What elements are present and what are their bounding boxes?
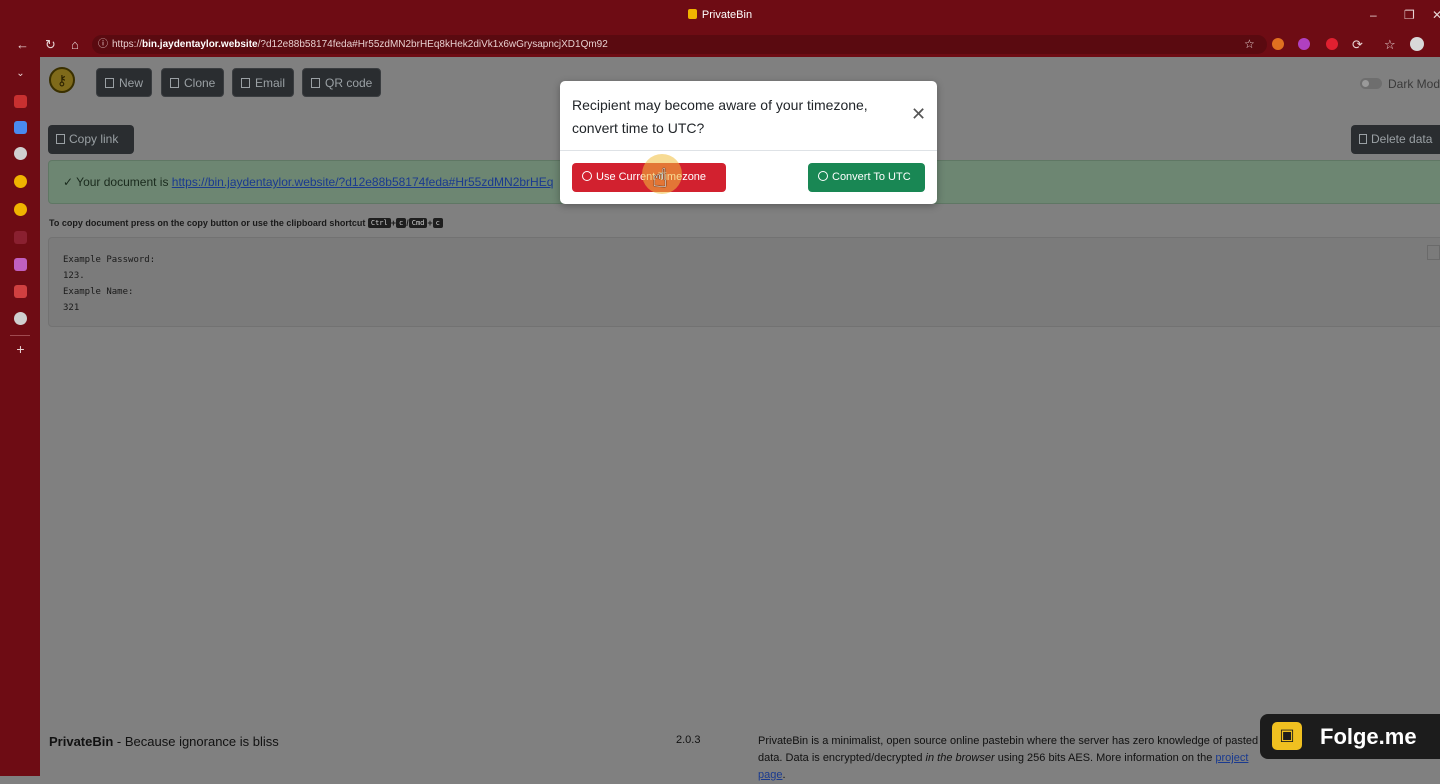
- footer-info-end: .: [782, 769, 786, 781]
- copy-icon: [56, 134, 65, 144]
- qr-code-button[interactable]: QR code: [302, 68, 382, 97]
- profile-avatar-icon[interactable]: [1410, 37, 1424, 51]
- dark-mode-label: Dark Mod: [1387, 77, 1440, 91]
- copy-shortcut-hint: To copy document press on the copy butto…: [49, 218, 443, 228]
- window-titlebar: PrivateBin – ❐ ✕: [0, 0, 1440, 32]
- extensions-icon[interactable]: ⟳: [1352, 37, 1363, 53]
- extension-color-icon[interactable]: [1272, 38, 1284, 50]
- convert-to-utc-button[interactable]: Convert To UTC: [808, 163, 925, 192]
- folge-watermark: ▣ Folge.me: [1260, 714, 1440, 759]
- new-button-label: New: [119, 76, 144, 90]
- address-bar-row: ← ↻ ⌂ ⓘ https://bin.jaydentaylor.website/…: [0, 32, 1440, 57]
- sidebar-red-icon[interactable]: [14, 285, 27, 298]
- delete-data-label: Delete data: [1371, 132, 1433, 146]
- window-title-text: PrivateBin: [701, 9, 753, 21]
- privatebin-logo[interactable]: ⚷: [49, 67, 75, 93]
- dark-mode-switch[interactable]: [1359, 78, 1382, 89]
- sidebar-divider: [10, 335, 30, 336]
- kbd-c: c: [396, 218, 407, 228]
- clone-button-label: Clone: [184, 76, 216, 90]
- sidebar-dark-icon[interactable]: [14, 231, 27, 244]
- modal-title: Recipient may become aware of your timez…: [572, 97, 868, 136]
- alert-prefix: ✓ Your document is: [63, 175, 172, 189]
- new-document-icon: [105, 78, 114, 88]
- browser-sidebar: ⌄ +: [0, 57, 40, 776]
- sidebar-gmail-icon[interactable]: [14, 95, 27, 108]
- sidebar-app-icon[interactable]: [14, 121, 27, 134]
- footer-brand: PrivateBin - Because ignorance is bliss: [49, 734, 279, 749]
- privatebin-favicon-icon: [687, 9, 697, 19]
- footer-info: PrivateBin is a minimalist, open source …: [758, 733, 1278, 784]
- document-copy-icon[interactable]: [1427, 245, 1440, 260]
- kbd-cmd: Cmd: [408, 218, 428, 228]
- sidebar-add-icon[interactable]: +: [14, 342, 27, 356]
- url-input[interactable]: ⓘ https://bin.jaydentaylor.website/?d12e8…: [92, 35, 1267, 54]
- favorite-star-icon[interactable]: ☆: [1244, 37, 1255, 51]
- new-button[interactable]: New: [96, 68, 153, 97]
- url-host: bin.jaydentaylor.website: [142, 39, 258, 50]
- convert-to-utc-label: Convert To UTC: [832, 171, 911, 183]
- trash-icon: [1359, 134, 1367, 144]
- dark-mode-toggle[interactable]: Dark Mod: [1359, 77, 1440, 91]
- kbd-ctrl: Ctrl: [367, 218, 391, 228]
- extension-red-icon[interactable]: [1326, 38, 1338, 50]
- footer-version: 2.0.3: [676, 734, 701, 746]
- sidebar-circle-icon[interactable]: [14, 147, 27, 160]
- qr-code-icon: [311, 78, 320, 88]
- footer-brand-name: PrivateBin: [49, 734, 114, 749]
- kbd-c-2: c: [432, 218, 443, 228]
- qr-code-button-label: QR code: [325, 76, 373, 90]
- clone-icon: [170, 78, 179, 88]
- footer-tagline: - Because ignorance is bliss: [113, 734, 279, 749]
- hint-text: To copy document press on the copy butto…: [49, 218, 366, 228]
- email-button[interactable]: Email: [232, 68, 295, 97]
- sidebar-privatebin-2-icon[interactable]: [14, 203, 27, 216]
- url-prefix: https://: [112, 39, 143, 50]
- back-icon[interactable]: ←: [16, 37, 29, 52]
- hand-cursor-icon: ☝: [652, 163, 668, 193]
- favorites-icon[interactable]: ☆: [1384, 37, 1396, 53]
- document-link[interactable]: https://bin.jaydentaylor.website/?d12e88…: [172, 175, 554, 189]
- clock-icon: [582, 171, 592, 181]
- timezone-modal: Recipient may become aware of your timez…: [560, 81, 937, 204]
- sidebar-purple-icon[interactable]: [14, 258, 27, 271]
- globe-icon: [818, 171, 828, 181]
- document-content[interactable]: Example Password: 123. Example Name: 321: [48, 237, 1440, 327]
- modal-close-icon[interactable]: ✕: [911, 105, 926, 123]
- footer-info-text-2: using 256 bits AES. More information on …: [994, 752, 1216, 764]
- kbd-plus-2: +: [427, 218, 433, 228]
- close-window-icon[interactable]: ✕: [1432, 8, 1440, 22]
- sidebar-grey-icon[interactable]: [14, 312, 27, 325]
- delete-data-button[interactable]: Delete data: [1351, 125, 1440, 154]
- window-title: PrivateBin: [0, 9, 1440, 21]
- extension-puzzle-icon[interactable]: [1298, 38, 1310, 50]
- site-info-icon[interactable]: ⓘ: [98, 35, 112, 54]
- copy-link-button[interactable]: Copy link: [48, 125, 134, 154]
- watermark-text: Folge.me: [1320, 724, 1417, 749]
- copy-link-label: Copy link: [69, 132, 119, 146]
- folge-logo-icon: ▣: [1272, 722, 1302, 750]
- sidebar-collapse-icon[interactable]: ⌄: [14, 67, 27, 80]
- sidebar-privatebin-icon[interactable]: [14, 175, 27, 188]
- email-button-label: Email: [255, 76, 286, 90]
- url-rest: /?d12e88b58174feda#Hr55zdMN2brHEq8kHek2d…: [257, 39, 608, 50]
- home-icon[interactable]: ⌂: [71, 37, 79, 52]
- footer-info-emphasis: in the browser: [925, 752, 995, 764]
- modal-divider: [560, 150, 937, 151]
- restore-icon[interactable]: ❐: [1404, 8, 1415, 22]
- minimize-icon[interactable]: –: [1370, 8, 1377, 22]
- email-icon: [241, 78, 250, 88]
- clone-button[interactable]: Clone: [161, 68, 225, 97]
- reload-icon[interactable]: ↻: [45, 37, 56, 53]
